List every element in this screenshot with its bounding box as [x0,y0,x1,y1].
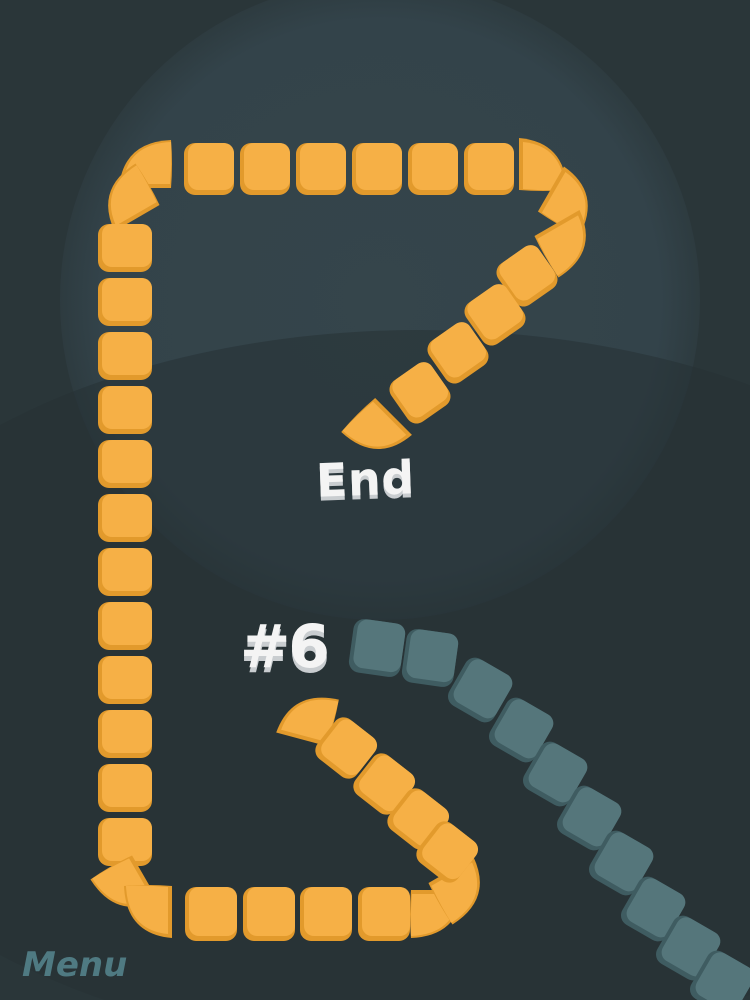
path-tile [296,143,346,195]
path-tile [243,887,295,941]
level-number: #6 [240,612,330,682]
path-tile [464,143,514,195]
path-tile [98,278,152,326]
end-label: End [315,450,416,508]
menu-button[interactable]: Menu [22,945,127,985]
path-tile [185,887,237,941]
path-tile [352,143,402,195]
path-tile [98,224,152,272]
path-tile [98,548,152,596]
path-tile [98,440,152,488]
path-tile [98,764,152,812]
path-tile [98,602,152,650]
path-tile [98,386,152,434]
path-tile [358,887,410,941]
path-tile [240,143,290,195]
snake-segment [348,619,406,677]
path-tile [98,710,152,758]
path-tile [98,818,152,866]
path-tile [98,332,152,380]
path-tile [98,494,152,542]
game-stage: End #6 Menu [0,0,750,1000]
path-tile [98,656,152,704]
path-tile [184,143,234,195]
path-tile [300,887,352,941]
path-tile [408,143,458,195]
snake-segment [401,629,459,687]
